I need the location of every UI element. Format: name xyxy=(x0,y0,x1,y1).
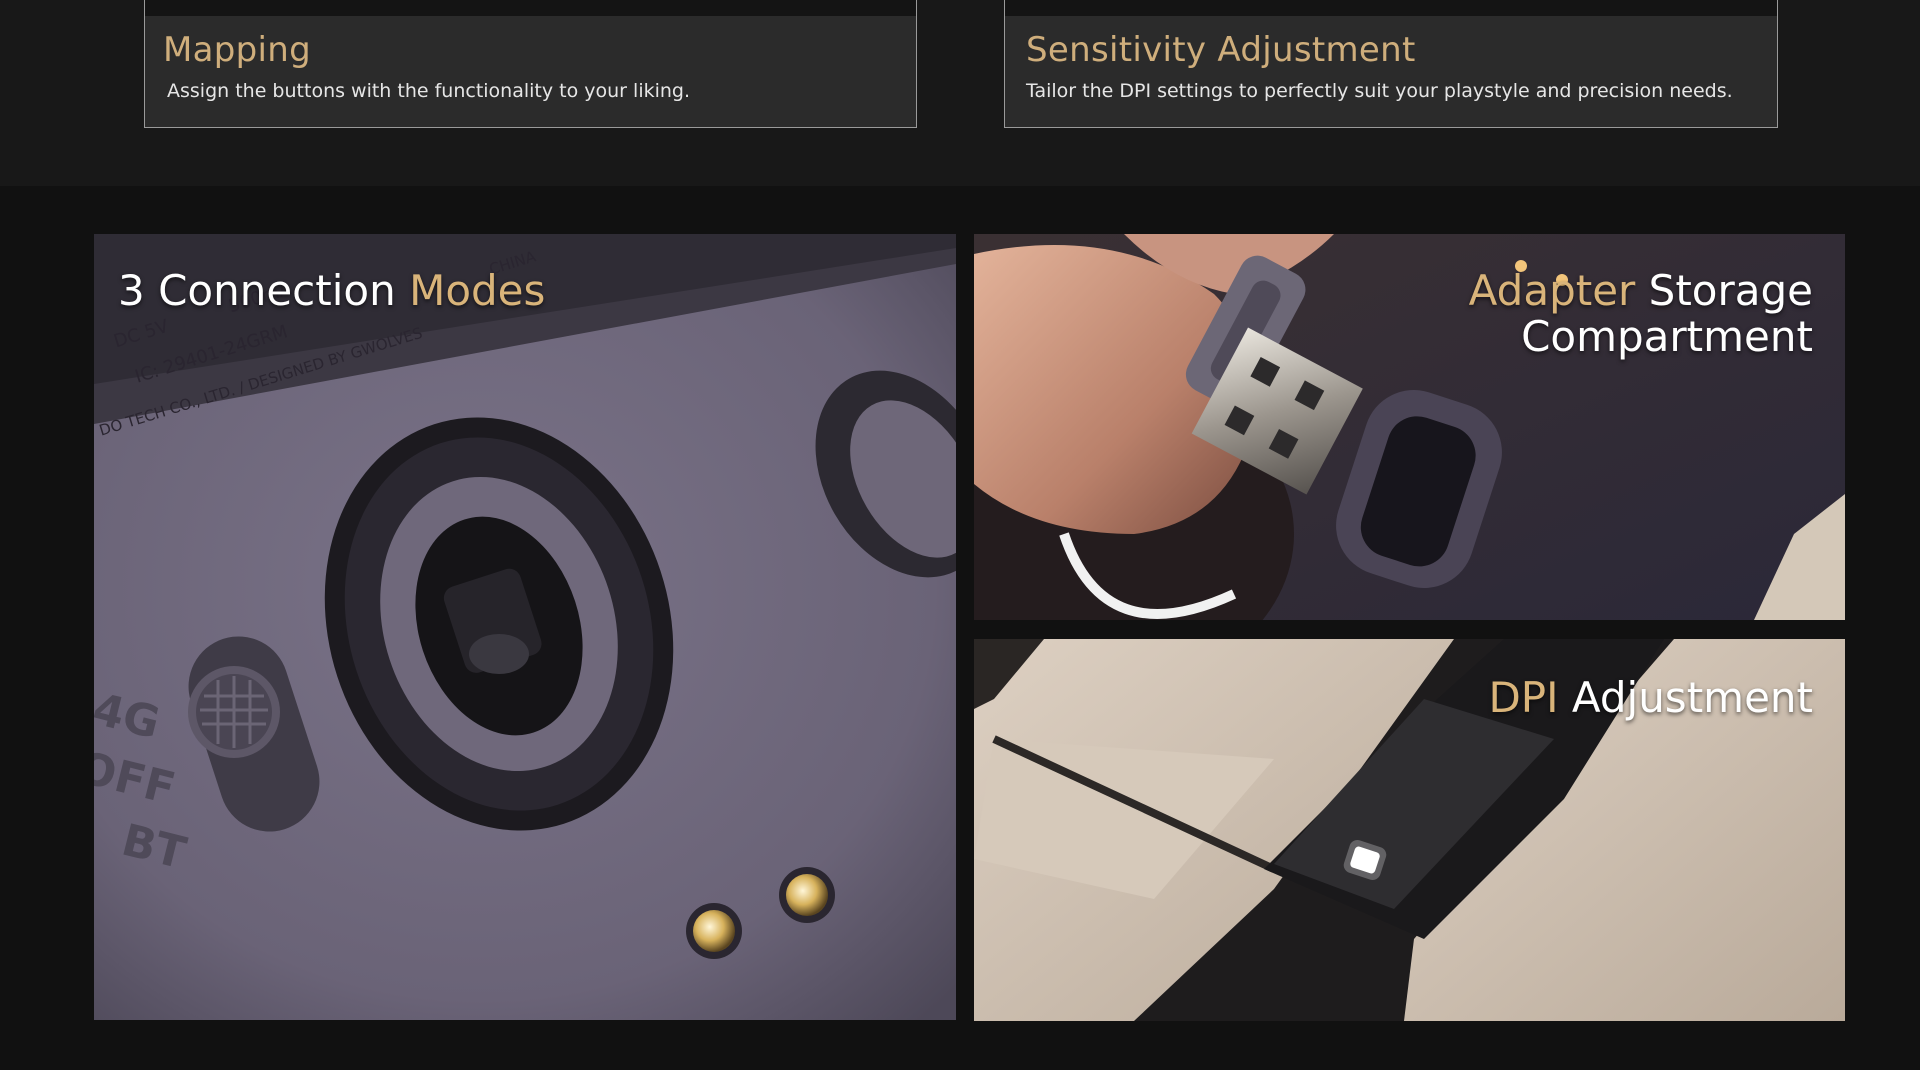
heading-text: Storage xyxy=(1635,266,1813,315)
heading-text-line2: Compartment xyxy=(1521,312,1813,361)
heading-text: 3 Connection xyxy=(118,266,410,315)
heading-text: Adjustment xyxy=(1558,673,1813,722)
feature-title: Sensitivity Adjustment xyxy=(1026,30,1416,70)
adapter-storage-heading: Adapter Storage Compartment xyxy=(1469,268,1813,360)
mouse-underside-image: DC 5V 500mA IC: 29401-24GRM DO TECH CO.,… xyxy=(94,234,956,1020)
heading-accent-text: Adapter xyxy=(1468,266,1636,315)
feature-title: Mapping xyxy=(163,30,312,70)
adapter-storage-panel: Adapter Storage Compartment xyxy=(974,234,1845,620)
heading-accent-text: Modes xyxy=(409,266,546,315)
card-cap xyxy=(1005,0,1777,16)
dpi-adjustment-heading: DPI Adjustment xyxy=(1488,675,1813,721)
heading-accent-text: DPI xyxy=(1488,673,1559,722)
feature-description: Assign the buttons with the functionalit… xyxy=(167,80,691,102)
feature-card-sensitivity: Sensitivity Adjustment Tailor the DPI se… xyxy=(1004,0,1778,128)
connection-modes-panel: DC 5V 500mA IC: 29401-24GRM DO TECH CO.,… xyxy=(94,234,956,1020)
feature-card-mapping: Mapping Assign the buttons with the func… xyxy=(144,0,917,128)
feature-description: Tailor the DPI settings to perfectly sui… xyxy=(1026,80,1733,102)
connection-modes-heading: 3 Connection Modes xyxy=(118,268,545,314)
dpi-adjustment-panel: DPI Adjustment xyxy=(974,639,1845,1021)
card-cap xyxy=(145,0,916,16)
